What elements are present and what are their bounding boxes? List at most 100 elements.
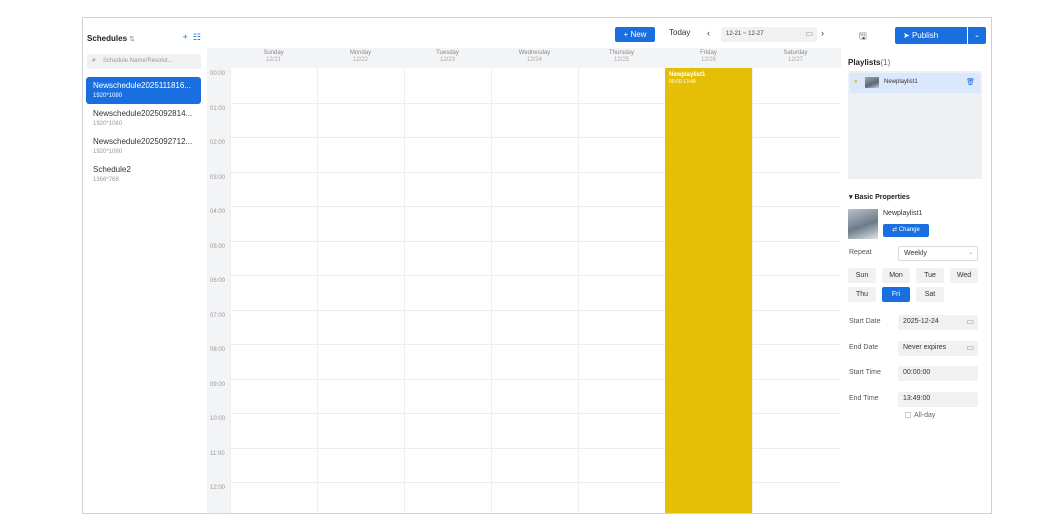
start-date-value: 2025-12-24 <box>903 318 939 325</box>
weekday-button-thu[interactable]: Thu <box>848 287 876 302</box>
time-label: 05:00 <box>210 243 226 250</box>
event-time: 00:00-13:49 <box>669 79 696 85</box>
schedule-name: Newschedule2025111816... <box>93 81 191 90</box>
date-range-text: 12-21 ~ 12-27 <box>726 31 764 37</box>
today-button[interactable]: Today <box>669 28 690 37</box>
weekday-button-tue[interactable]: Tue <box>916 268 944 283</box>
time-label: 07:00 <box>210 312 226 319</box>
day-date: 12/24 <box>526 57 542 63</box>
search-input[interactable]: ⌕ Schedule Name/Resolut... <box>87 54 201 69</box>
playlist-name: Newplaylist1 <box>884 79 918 85</box>
allday-label: All-day <box>914 412 936 419</box>
next-week-icon[interactable]: › <box>821 28 824 38</box>
schedule-resolution: 1920*1080 <box>93 93 123 99</box>
schedule-list-item[interactable]: Schedule2 1366*768 <box>86 161 201 188</box>
schedule-resolution: 1366*768 <box>93 177 119 183</box>
start-date-field[interactable]: 2025-12-24 ▭ <box>898 315 978 330</box>
playlists-title-text: Playlists <box>848 58 881 67</box>
end-time-label: End Time <box>849 395 879 402</box>
repeat-select[interactable]: Weekly ⌄ <box>898 246 978 261</box>
day-header: Thursday 12/25 <box>578 48 665 68</box>
schedule-sidebar: Schedules ⇅ + ☷ ⌕ Schedule Name/Resolut...… <box>83 18 207 513</box>
weekday-button-sat[interactable]: Sat <box>916 287 944 302</box>
basic-properties-title[interactable]: ▾ Basic Properties <box>849 193 910 201</box>
list-view-icon[interactable]: ☷ <box>193 32 201 42</box>
day-date: 12/22 <box>352 57 368 63</box>
day-name: Monday <box>349 50 372 56</box>
day-header: Friday 12/26 <box>665 48 752 68</box>
color-dot-icon: ● <box>854 79 858 85</box>
time-label: 02:00 <box>210 140 226 146</box>
start-date-label: Start Date <box>849 318 881 325</box>
day-date: 12/21 <box>265 57 281 63</box>
time-label: 12:00 <box>210 485 226 491</box>
change-button[interactable]: ⇄ Change <box>883 224 929 237</box>
playlist-box: ● Newplaylist1 🗑 <box>848 71 982 179</box>
weekday-button-mon[interactable]: Mon <box>882 268 910 283</box>
end-date-label: End Date <box>849 344 879 351</box>
publish-button[interactable]: ➤ Publish <box>895 27 967 44</box>
weekday-button-fri[interactable]: Fri <box>882 287 910 302</box>
time-gutter <box>207 68 230 513</box>
schedules-title-text: Schedules <box>87 34 128 43</box>
calendar-toolbar: + New Today ‹ 12-21 ~ 12-27 ▭ › <box>207 18 841 48</box>
app-window: Schedules ⇅ + ☷ ⌕ Schedule Name/Resolut...… <box>82 17 992 514</box>
new-button[interactable]: + New <box>615 27 655 42</box>
playlists-count: (1) <box>880 58 891 67</box>
calendar-icon: ▭ <box>966 317 974 326</box>
basic-properties-text: Basic Properties <box>854 194 910 201</box>
search-icon: ⌕ <box>92 57 96 64</box>
time-label: 03:00 <box>210 174 226 181</box>
calendar-icon: ▭ <box>805 29 813 38</box>
playlist-item[interactable]: ● Newplaylist1 🗑 <box>850 73 980 93</box>
playlist-thumbnail <box>865 77 879 88</box>
end-time-value: 13:49:00 <box>903 395 931 402</box>
day-date: 12/26 <box>700 57 716 63</box>
end-date-value: Never expires <box>903 344 947 351</box>
prev-week-icon[interactable]: ‹ <box>707 28 710 38</box>
weekday-button-wed[interactable]: Wed <box>950 268 978 283</box>
delete-icon[interactable]: 🗑 <box>966 78 975 86</box>
week-calendar: + New Today ‹ 12-21 ~ 12-27 ▭ › Sunday 12… <box>207 18 841 513</box>
day-name: Sunday <box>263 50 284 56</box>
day-header: Saturday 12/27 <box>752 48 839 68</box>
schedule-list-item[interactable]: Newschedule2025092712... 1920*1080 <box>86 133 201 160</box>
schedule-event[interactable]: Newplaylist1 00:00-13:49 <box>665 68 752 513</box>
end-date-field[interactable]: Never expires ▭ <box>898 341 978 356</box>
sidebar-actions: + ☷ <box>178 32 201 43</box>
day-name: Saturday <box>783 50 808 56</box>
schedule-list-item[interactable]: Newschedule2025111816... 1920*1080 <box>86 77 201 104</box>
day-name: Friday <box>700 50 717 56</box>
time-label: 00:00 <box>210 71 226 77</box>
sort-icon[interactable]: ⇅ <box>129 36 135 43</box>
playlist-preview-thumbnail <box>848 209 878 239</box>
add-schedule-icon[interactable]: + <box>183 32 188 42</box>
day-name: Tuesday <box>436 50 459 56</box>
calendar-icon: ▭ <box>966 343 974 352</box>
time-grid: Newplaylist1 00:00-13:49 00:00 01:00 02:00… <box>207 68 841 513</box>
schedule-list: Newschedule2025111816... 1920*1080 Newsche… <box>86 77 201 189</box>
playlists-title: Playlists(1) <box>848 58 890 67</box>
search-placeholder: Schedule Name/Resolut... <box>103 58 173 64</box>
day-header: Monday 12/22 <box>317 48 404 68</box>
start-time-label: Start Time <box>849 369 881 376</box>
day-date: 12/27 <box>787 57 803 63</box>
schedule-name: Newschedule2025092814... <box>93 109 193 118</box>
schedules-title: Schedules ⇅ <box>87 34 135 43</box>
publish-dropdown-icon[interactable]: ⌄ <box>968 27 986 44</box>
date-range-picker[interactable]: 12-21 ~ 12-27 ▭ <box>721 27 817 42</box>
day-date: 12/25 <box>613 57 629 63</box>
start-time-field[interactable]: 00:00:00 <box>898 366 978 381</box>
repeat-label: Repeat <box>849 249 872 256</box>
day-header: Wednesday 12/24 <box>491 48 578 68</box>
time-label: 08:00 <box>210 347 226 353</box>
end-time-field[interactable]: 13:49:00 <box>898 392 978 407</box>
weekday-button-sun[interactable]: Sun <box>848 268 876 283</box>
schedule-resolution: 1920*1080 <box>93 149 123 155</box>
schedule-list-item[interactable]: Newschedule2025092814... 1920*1080 <box>86 105 201 132</box>
allday-checkbox[interactable]: All-day <box>905 412 935 419</box>
checkbox-box <box>905 412 911 419</box>
schedule-resolution: 1920*1080 <box>93 121 123 127</box>
save-icon[interactable]: 🖫 <box>859 29 867 45</box>
time-label: 09:00 <box>210 381 226 388</box>
